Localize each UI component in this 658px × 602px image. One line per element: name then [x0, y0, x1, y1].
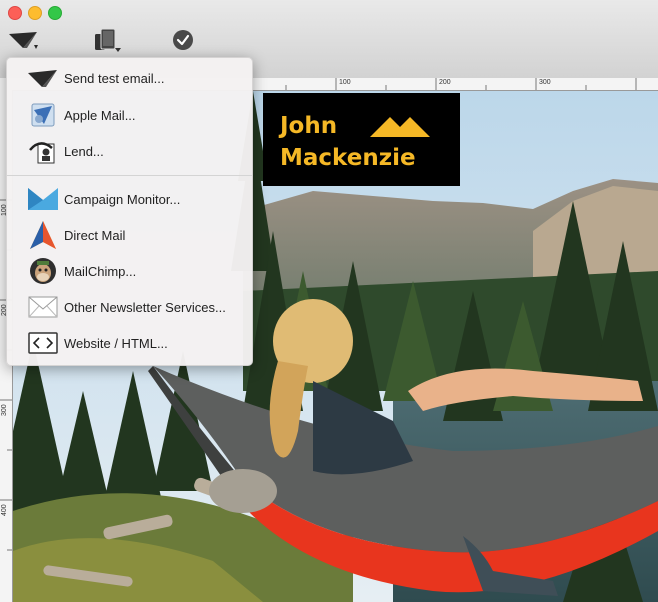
ruler-tick-label: 100 — [339, 79, 351, 86]
share-menu-button[interactable] — [6, 28, 42, 56]
mountain-logo-icon — [370, 115, 430, 141]
paper-plane-icon — [7, 28, 41, 57]
logo-name-first: John — [280, 113, 338, 139]
mailchimp-icon — [27, 255, 59, 287]
zoom-window-button[interactable] — [48, 6, 62, 20]
logo-block[interactable]: John Mackenzie — [263, 93, 460, 186]
ruler-tick-label: 200 — [439, 79, 451, 86]
devices-button[interactable] — [90, 28, 126, 56]
menu-item-label: Other Newsletter Services... — [64, 299, 226, 315]
logo-name-last: Mackenzie — [280, 145, 416, 171]
menu-item-lend[interactable]: Lend... — [7, 134, 252, 168]
menu-item-mailchimp[interactable]: MailChimp... — [7, 254, 252, 288]
menu-item-other-newsletter[interactable]: Other Newsletter Services... — [7, 290, 252, 324]
menu-item-label: Website / HTML... — [64, 335, 168, 351]
menu-item-label: MailChimp... — [64, 263, 137, 279]
campaign-monitor-icon — [27, 183, 59, 215]
menu-item-direct-mail[interactable]: Direct Mail — [7, 218, 252, 252]
apple-mail-icon — [27, 99, 59, 131]
share-menu: Send test email... Apple Mail... Lend... — [6, 57, 253, 366]
direct-mail-icon — [27, 219, 59, 251]
envelope-icon — [27, 291, 59, 323]
ruler-tick-label: 300 — [1, 404, 8, 416]
validate-button[interactable] — [165, 28, 201, 56]
menu-item-label: Direct Mail — [64, 227, 126, 243]
menu-item-label: Campaign Monitor... — [64, 191, 181, 207]
menu-item-apple-mail[interactable]: Apple Mail... — [7, 98, 252, 132]
paper-plane-icon — [27, 62, 59, 94]
menu-item-campaign-monitor[interactable]: Campaign Monitor... — [7, 182, 252, 216]
minimize-window-button[interactable] — [28, 6, 42, 20]
menu-item-website-html[interactable]: Website / HTML... — [7, 326, 252, 360]
lend-icon — [27, 135, 59, 167]
html-code-icon — [27, 327, 59, 359]
menu-item-send-test-email[interactable]: Send test email... — [7, 61, 252, 95]
ruler-tick-label: 400 — [1, 504, 8, 516]
menu-separator — [7, 175, 252, 176]
close-window-button[interactable] — [8, 6, 22, 20]
devices-icon — [91, 26, 125, 59]
checkmark-icon — [171, 28, 195, 57]
menu-item-label: Apple Mail... — [64, 107, 136, 123]
menu-item-label: Lend... — [64, 143, 104, 159]
ruler-tick-label: 300 — [539, 79, 551, 86]
menu-item-label: Send test email... — [64, 70, 165, 86]
